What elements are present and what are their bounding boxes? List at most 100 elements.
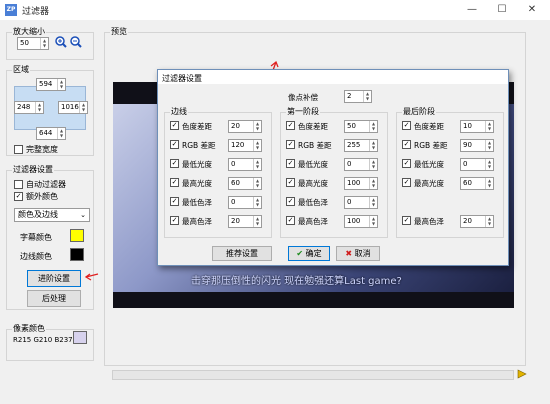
recommend-settings-button[interactable]: 推荐设置 xyxy=(212,246,272,261)
spin-arrows-icon[interactable]: ▲ ▼ xyxy=(369,197,377,208)
row-value-input[interactable]: 20 ▲ ▼ xyxy=(460,215,494,228)
row-value: 0 xyxy=(347,198,352,206)
row-value: 20 xyxy=(463,217,472,225)
row-value: 60 xyxy=(463,179,472,187)
row-value: 20 xyxy=(231,217,240,225)
row-label: 最低光度 xyxy=(182,160,212,169)
spin-arrows-icon[interactable]: ▲ ▼ xyxy=(253,159,261,170)
filter-settings-dialog: 过滤器设置 像点补偿 2 ▲ ▼ 边线 第一阶段 最后阶段 ✓ 色度差距 20 ▲ ▼ ✓ RG… xyxy=(157,69,509,266)
spin-arrows-icon[interactable]: ▲ ▼ xyxy=(485,178,493,189)
row-label: 最低色泽 xyxy=(182,198,212,207)
row-value: 0 xyxy=(231,160,236,168)
row-value-input[interactable]: 10 ▲ ▼ xyxy=(460,120,494,133)
row-value: 20 xyxy=(231,122,240,130)
pixel-comp-label: 像点补偿 xyxy=(288,93,318,102)
row-checkbox[interactable]: ✓ xyxy=(286,159,295,168)
row-checkbox[interactable]: ✓ xyxy=(402,140,411,149)
row-checkbox[interactable]: ✓ xyxy=(170,178,179,187)
row-value: 90 xyxy=(463,141,472,149)
row-checkbox[interactable]: ✓ xyxy=(286,197,295,206)
ok-button-label: 确定 xyxy=(305,249,322,258)
row-value-input[interactable]: 120 ▲ ▼ xyxy=(228,139,262,152)
spin-arrows-icon[interactable]: ▲ ▼ xyxy=(253,178,261,189)
row-value-input[interactable]: 0 ▲ ▼ xyxy=(460,158,494,171)
dialog-title: 过滤器设置 xyxy=(158,70,508,84)
spin-arrows-icon[interactable]: ▲ ▼ xyxy=(253,197,261,208)
row-value: 60 xyxy=(231,179,240,187)
row-label: 色度差距 xyxy=(414,122,444,131)
row-label: 色度差距 xyxy=(298,122,328,131)
row-value-input[interactable]: 255 ▲ ▼ xyxy=(344,139,378,152)
row-value-input[interactable]: 20 ▲ ▼ xyxy=(228,215,262,228)
cancel-button-label: 取消 xyxy=(354,249,371,258)
row-checkbox[interactable]: ✓ xyxy=(286,121,295,130)
row-checkbox[interactable]: ✓ xyxy=(286,178,295,187)
row-value: 100 xyxy=(347,179,361,187)
row-checkbox[interactable]: ✓ xyxy=(286,216,295,225)
row-value-input[interactable]: 100 ▲ ▼ xyxy=(344,215,378,228)
row-label: RGB 差距 xyxy=(414,141,448,150)
row-value: 120 xyxy=(231,141,245,149)
row-label: RGB 差距 xyxy=(182,141,216,150)
row-checkbox[interactable]: ✓ xyxy=(170,197,179,206)
row-value-input[interactable]: 0 ▲ ▼ xyxy=(344,158,378,171)
row-value: 0 xyxy=(463,160,468,168)
row-value-input[interactable]: 0 ▲ ▼ xyxy=(344,196,378,209)
row-value-input[interactable]: 20 ▲ ▼ xyxy=(228,120,262,133)
row-checkbox[interactable]: ✓ xyxy=(402,216,411,225)
row-checkbox[interactable]: ✓ xyxy=(170,216,179,225)
row-checkbox[interactable]: ✓ xyxy=(402,121,411,130)
row-checkbox[interactable]: ✓ xyxy=(170,140,179,149)
row-checkbox[interactable]: ✓ xyxy=(402,178,411,187)
spin-arrows-icon[interactable]: ▲ ▼ xyxy=(253,216,261,227)
spin-arrows-icon[interactable]: ▲ ▼ xyxy=(485,159,493,170)
row-label: 最低光度 xyxy=(298,160,328,169)
row-value: 10 xyxy=(463,122,472,130)
check-icon: ✔ xyxy=(296,249,304,258)
spin-arrows-icon[interactable]: ▲ ▼ xyxy=(369,140,377,151)
edge-group-label: 边线 xyxy=(170,106,188,117)
row-label: 最高色泽 xyxy=(298,217,328,226)
spin-arrows-icon[interactable]: ▲ ▼ xyxy=(485,140,493,151)
row-label: RGB 差距 xyxy=(298,141,332,150)
row-label: 最高光度 xyxy=(182,179,212,188)
spin-arrows-icon[interactable]: ▲ ▼ xyxy=(369,159,377,170)
row-value-input[interactable]: 0 ▲ ▼ xyxy=(228,158,262,171)
row-label: 最低色泽 xyxy=(298,198,328,207)
row-value-input[interactable]: 60 ▲ ▼ xyxy=(228,177,262,190)
row-label: 最高光度 xyxy=(298,179,328,188)
row-checkbox[interactable]: ✓ xyxy=(170,159,179,168)
row-value-input[interactable]: 0 ▲ ▼ xyxy=(228,196,262,209)
spin-arrows-icon[interactable]: ▲ ▼ xyxy=(485,216,493,227)
spin-arrows-icon[interactable]: ▲ ▼ xyxy=(369,178,377,189)
row-value: 255 xyxy=(347,141,361,149)
spin-arrows-icon[interactable]: ▲ ▼ xyxy=(369,121,377,132)
row-label: 色度差距 xyxy=(182,122,212,131)
row-label: 最高色泽 xyxy=(414,217,444,226)
spin-arrows-icon[interactable]: ▲ ▼ xyxy=(363,91,371,102)
ok-button[interactable]: ✔ 确定 xyxy=(288,246,330,261)
row-value: 50 xyxy=(347,122,356,130)
cancel-button[interactable]: ✖ 取消 xyxy=(336,246,380,261)
stage1-group-label: 第一阶段 xyxy=(286,106,320,117)
row-value-input[interactable]: 50 ▲ ▼ xyxy=(344,120,378,133)
final-group-label: 最后阶段 xyxy=(402,106,436,117)
pixel-comp-input[interactable]: 2 ▲ ▼ xyxy=(344,90,372,103)
row-checkbox[interactable]: ✓ xyxy=(402,159,411,168)
pixel-comp-value: 2 xyxy=(347,92,352,100)
row-label: 最高色泽 xyxy=(182,217,212,226)
row-value: 0 xyxy=(347,160,352,168)
spin-arrows-icon[interactable]: ▲ ▼ xyxy=(369,216,377,227)
spin-arrows-icon[interactable]: ▲ ▼ xyxy=(253,140,261,151)
row-value-input[interactable]: 100 ▲ ▼ xyxy=(344,177,378,190)
cross-icon: ✖ xyxy=(345,249,353,258)
row-value: 100 xyxy=(347,217,361,225)
row-checkbox[interactable]: ✓ xyxy=(170,121,179,130)
row-label: 最高光度 xyxy=(414,179,444,188)
row-checkbox[interactable]: ✓ xyxy=(286,140,295,149)
spin-arrows-icon[interactable]: ▲ ▼ xyxy=(485,121,493,132)
row-value: 0 xyxy=(231,198,236,206)
spin-arrows-icon[interactable]: ▲ ▼ xyxy=(253,121,261,132)
row-value-input[interactable]: 60 ▲ ▼ xyxy=(460,177,494,190)
row-value-input[interactable]: 90 ▲ ▼ xyxy=(460,139,494,152)
